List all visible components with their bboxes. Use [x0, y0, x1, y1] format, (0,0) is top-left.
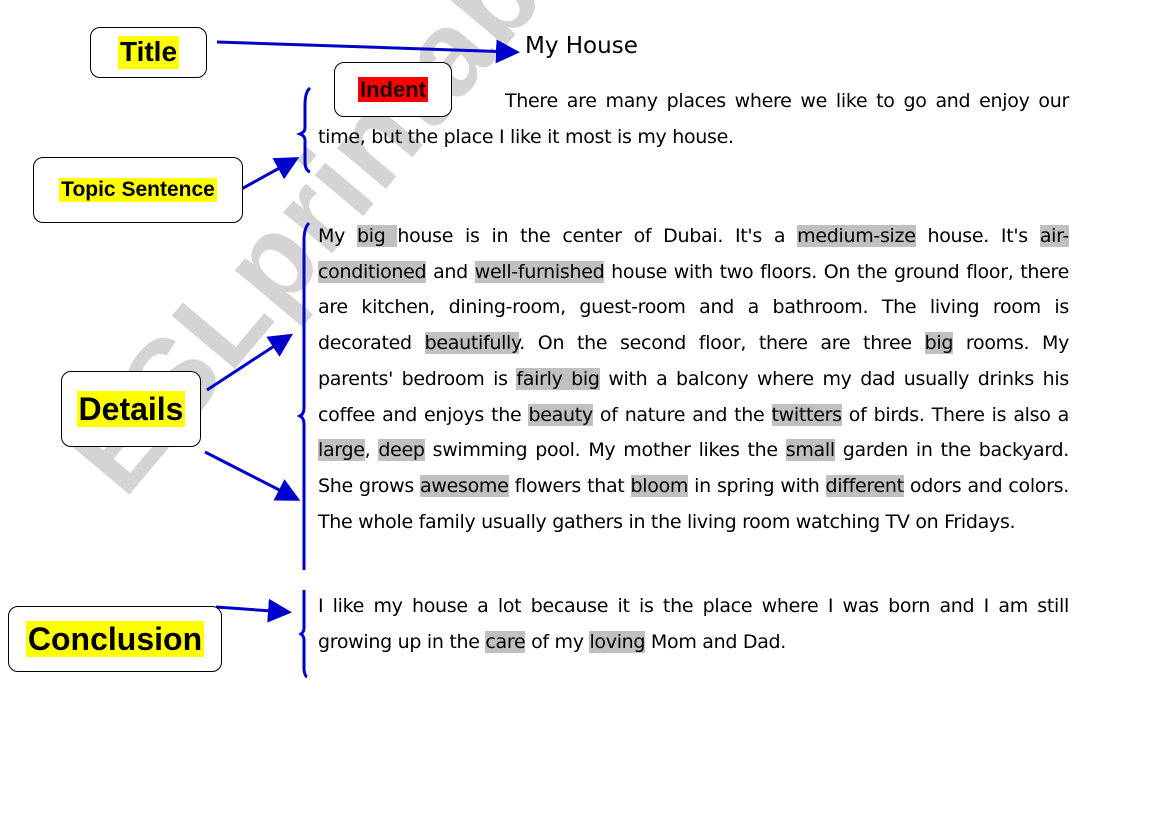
details-label-box: Details [61, 371, 201, 447]
text-segment: Mom and Dad. [645, 630, 787, 653]
highlighted-word: big [356, 225, 398, 247]
text-segment: house is in the center of Dubai. It's a [397, 225, 798, 247]
essay-title: My House [525, 33, 638, 59]
topic-sentence-label: Topic Sentence [59, 177, 217, 203]
topic-arrow [235, 157, 300, 194]
text-segment: flowers that [508, 474, 631, 497]
highlighted-word: awesome [420, 474, 509, 497]
text-segment: . On the second floor, there are three [519, 332, 925, 355]
text-segment: of nature and the [592, 403, 772, 426]
text-segment: , [364, 439, 379, 462]
highlighted-word: large [318, 439, 365, 462]
highlighted-word: small [785, 439, 835, 462]
highlighted-word: twitters [771, 403, 842, 426]
text-segment: of birds. There is also a [841, 403, 1070, 426]
highlighted-word: beauty [528, 403, 593, 426]
highlighted-word: big [924, 332, 954, 355]
highlighted-word: fairly big [516, 367, 600, 390]
conclusion-brace [298, 590, 308, 679]
conclusion-paragraph: I like my house a lot because it is the … [318, 589, 1069, 660]
details-arrow-down [204, 450, 301, 501]
details-brace [296, 221, 311, 570]
highlighted-word: deep [378, 439, 425, 462]
details-label: Details [76, 390, 186, 428]
conclusion-label-box: Conclusion [8, 606, 222, 672]
highlighted-word: loving [589, 630, 646, 653]
highlighted-word: well-furnished [474, 260, 605, 283]
highlighted-word: different [825, 474, 904, 497]
conclusion-arrow [215, 598, 292, 623]
title-arrow [216, 39, 520, 64]
text-segment: in spring with [688, 474, 826, 497]
conclusion-label: Conclusion [25, 620, 205, 658]
highlighted-word: care [485, 630, 526, 653]
title-label-box: Title [90, 27, 207, 78]
topic-paragraph: There are many places where we like to g… [318, 90, 1069, 148]
text-segment: of my [525, 630, 590, 653]
highlighted-word: beautifully [424, 332, 520, 355]
title-label: Title [117, 36, 180, 69]
text-segment: and [426, 260, 475, 283]
text-segment: house. It's [915, 225, 1040, 247]
highlighted-word: bloom [630, 474, 689, 497]
details-arrow-up [206, 333, 294, 392]
text-segment: My [318, 225, 357, 247]
topic-sentence-label-box: Topic Sentence [33, 157, 243, 223]
details-paragraph: My big house is in the center of Dubai. … [318, 219, 1069, 540]
topic-brace [295, 86, 312, 174]
text-segment: swimming pool. My mother likes the [424, 439, 786, 462]
highlighted-word: medium-size [797, 225, 916, 247]
